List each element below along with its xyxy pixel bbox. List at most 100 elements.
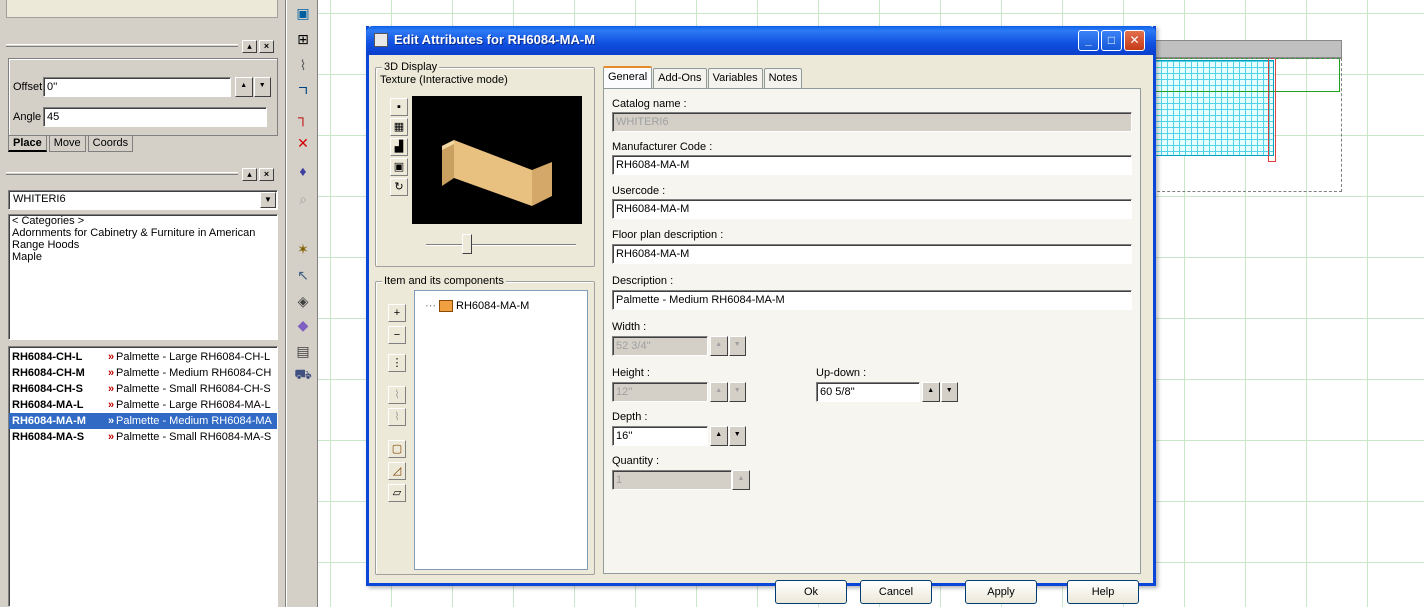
height-field: 12'' xyxy=(612,382,708,402)
tab-general[interactable]: General xyxy=(603,66,653,88)
magic-wand-icon[interactable]: ✶ xyxy=(292,238,314,260)
floor-plan-drawing[interactable] xyxy=(1152,40,1342,192)
select-arrow-icon[interactable]: ↖ xyxy=(292,264,314,286)
close-button[interactable]: ✕ xyxy=(1124,30,1145,51)
ok-button[interactable]: Ok xyxy=(775,580,847,604)
expand-icon[interactable]: ▴ xyxy=(242,168,257,181)
refresh-icon[interactable]: ↻ xyxy=(390,178,408,196)
list-item[interactable]: RH6084-MA-S » Palmette - Small RH6084-MA-S xyxy=(9,429,277,445)
save-icon[interactable]: ▪ xyxy=(390,98,408,116)
catalog-palette-header[interactable]: ▴ × xyxy=(6,168,278,182)
tab-notes[interactable]: Notes xyxy=(763,68,803,88)
angle-field[interactable]: 45 xyxy=(43,107,267,127)
help-button[interactable]: Help xyxy=(1067,580,1139,604)
close-icon[interactable]: × xyxy=(259,40,274,53)
arrow-icon: » xyxy=(108,415,115,427)
panel-flat-icon[interactable]: ▱ xyxy=(388,484,406,502)
box-icon[interactable]: ▢ xyxy=(388,440,406,458)
link-icon: ⌇ xyxy=(388,386,406,404)
updown-spinner[interactable]: ▲ ▼ xyxy=(922,382,958,402)
height-spinner: ▲ ▼ xyxy=(710,382,746,402)
offset-field[interactable]: 0'' xyxy=(43,77,231,97)
minimize-button[interactable]: _ xyxy=(1078,30,1099,51)
product-desc: Palmette - Large RH6084-CH-L xyxy=(116,351,271,363)
wall-place-icon[interactable]: ㄱ xyxy=(292,80,314,102)
report-icon[interactable]: ▤ xyxy=(292,340,314,362)
hierarchy-icon[interactable]: ⋮ xyxy=(388,354,406,372)
chevron-down-icon[interactable]: ▼ xyxy=(260,192,276,208)
general-tab-page: Catalog name : WHITERI6 Manufacturer Cod… xyxy=(603,88,1141,574)
tab-coords[interactable]: Coords xyxy=(87,136,134,152)
arrow-icon: » xyxy=(108,351,115,363)
product-desc: Palmette - Small RH6084-MA-S xyxy=(116,431,272,443)
offset-label: Offset xyxy=(13,81,43,93)
close-icon[interactable]: × xyxy=(259,168,274,181)
height-label: Height : xyxy=(612,367,650,379)
arrow-icon: » xyxy=(108,399,115,411)
zoom-slider-track[interactable] xyxy=(426,244,576,246)
list-item[interactable]: Range Hoods xyxy=(9,239,277,251)
apply-button[interactable]: Apply xyxy=(965,580,1037,604)
place-group: Offset 0'' ▲ ▼ Angle 45 xyxy=(8,58,278,136)
list-item[interactable]: RH6084-MA-L » Palmette - Large RH6084-MA-L xyxy=(9,397,277,413)
list-item-selected[interactable]: RH6084-MA-M » Palmette - Medium RH6084-MA xyxy=(9,413,277,429)
3d-viewport[interactable] xyxy=(412,96,582,224)
tab-move[interactable]: Move xyxy=(48,136,86,152)
floor-plan-label: Floor plan description : xyxy=(612,229,724,241)
list-item[interactable]: < Categories > xyxy=(9,215,277,227)
tab-add-ons[interactable]: Add-Ons xyxy=(653,68,707,88)
edit-attributes-dialog: Edit Attributes for RH6084-MA-M _ □ ✕ 3D… xyxy=(366,26,1156,604)
floor-plan-field[interactable]: RH6084-MA-M xyxy=(612,244,1132,264)
arrow-icon: » xyxy=(108,431,115,443)
tags-icon[interactable]: ◆ xyxy=(292,314,314,336)
width-spinner: ▲ ▼ xyxy=(710,336,746,356)
product-code: RH6084-MA-S xyxy=(12,431,85,443)
maximize-button[interactable]: □ xyxy=(1101,30,1122,51)
tree-item[interactable]: ⋯ RH6084-MA-M xyxy=(425,299,529,312)
add-component-icon[interactable]: + xyxy=(388,304,406,322)
list-item[interactable]: RH6084-CH-S » Palmette - Small RH6084-CH-S xyxy=(9,381,277,397)
list-item[interactable]: Adornments for Cabinetry & Furniture in … xyxy=(9,227,277,239)
print-icon[interactable]: ▦ xyxy=(390,118,408,136)
copy-icon[interactable]: ▣ xyxy=(390,158,408,176)
description-field[interactable]: Palmette - Medium RH6084-MA-M xyxy=(612,290,1132,310)
wall-corner-icon[interactable]: ┐ xyxy=(292,106,314,128)
dialog-titlebar[interactable]: Edit Attributes for RH6084-MA-M _ □ ✕ xyxy=(366,26,1156,55)
list-item[interactable]: RH6084-CH-L » Palmette - Large RH6084-CH-L xyxy=(9,349,277,365)
depth-spinner[interactable]: ▲ ▼ xyxy=(710,426,746,446)
list-item[interactable]: Maple xyxy=(9,251,277,263)
wall-element[interactable] xyxy=(1152,40,1342,58)
cabinet-icon[interactable]: ▣ xyxy=(292,2,314,24)
export-icon[interactable]: ▟ xyxy=(390,138,408,156)
expand-icon[interactable]: ▴ xyxy=(242,40,257,53)
delete-icon[interactable]: ✕ xyxy=(292,132,314,154)
zoom-slider-thumb[interactable] xyxy=(462,234,472,254)
depth-field[interactable]: 16'' xyxy=(612,426,708,446)
tab-place[interactable]: Place xyxy=(8,136,47,152)
list-item[interactable]: RH6084-CH-M » Palmette - Medium RH6084-CH xyxy=(9,365,277,381)
component-tree[interactable]: ⋯ RH6084-MA-M xyxy=(414,290,588,570)
products-list[interactable]: RH6084-CH-L» Palmette - Large RH6084-CH-L… xyxy=(8,346,278,607)
usercode-field[interactable]: RH6084-MA-M xyxy=(612,199,1132,219)
cancel-button[interactable]: Cancel xyxy=(860,580,932,604)
tab-variables[interactable]: Variables xyxy=(707,68,763,88)
manufacturer-code-label: Manufacturer Code : xyxy=(612,141,713,153)
paint-icon[interactable]: ♦ xyxy=(292,160,314,182)
offset-spinner[interactable]: ▲ ▼ xyxy=(235,77,271,97)
paperclip-icon[interactable]: ⌇ xyxy=(292,54,314,76)
product-code: RH6084-MA-L xyxy=(12,399,84,411)
remove-component-icon[interactable]: − xyxy=(388,326,406,344)
place-palette-header[interactable]: ▴ × xyxy=(6,40,278,54)
updown-field[interactable]: 60 5/8'' xyxy=(816,382,920,402)
corner-icon[interactable]: ◿ xyxy=(388,462,406,480)
quantity-label: Quantity : xyxy=(612,455,660,467)
catalog-select[interactable]: WHITERI6 ▼ xyxy=(8,190,278,210)
cart-icon[interactable]: ⛟ xyxy=(292,364,314,386)
manufacturer-code-field[interactable]: RH6084-MA-M xyxy=(612,155,1132,175)
categories-list[interactable]: < Categories > Adornments for Cabinetry … xyxy=(8,214,278,340)
quantity-field: 1 xyxy=(612,470,732,490)
panel-icon[interactable]: ⊞ xyxy=(292,28,314,50)
components-group: Item and its components ⋯ RH6084-MA-M + … xyxy=(375,275,595,575)
tag-icon[interactable]: ◈ xyxy=(292,290,314,312)
tree-item-label: RH6084-MA-M xyxy=(456,299,530,312)
